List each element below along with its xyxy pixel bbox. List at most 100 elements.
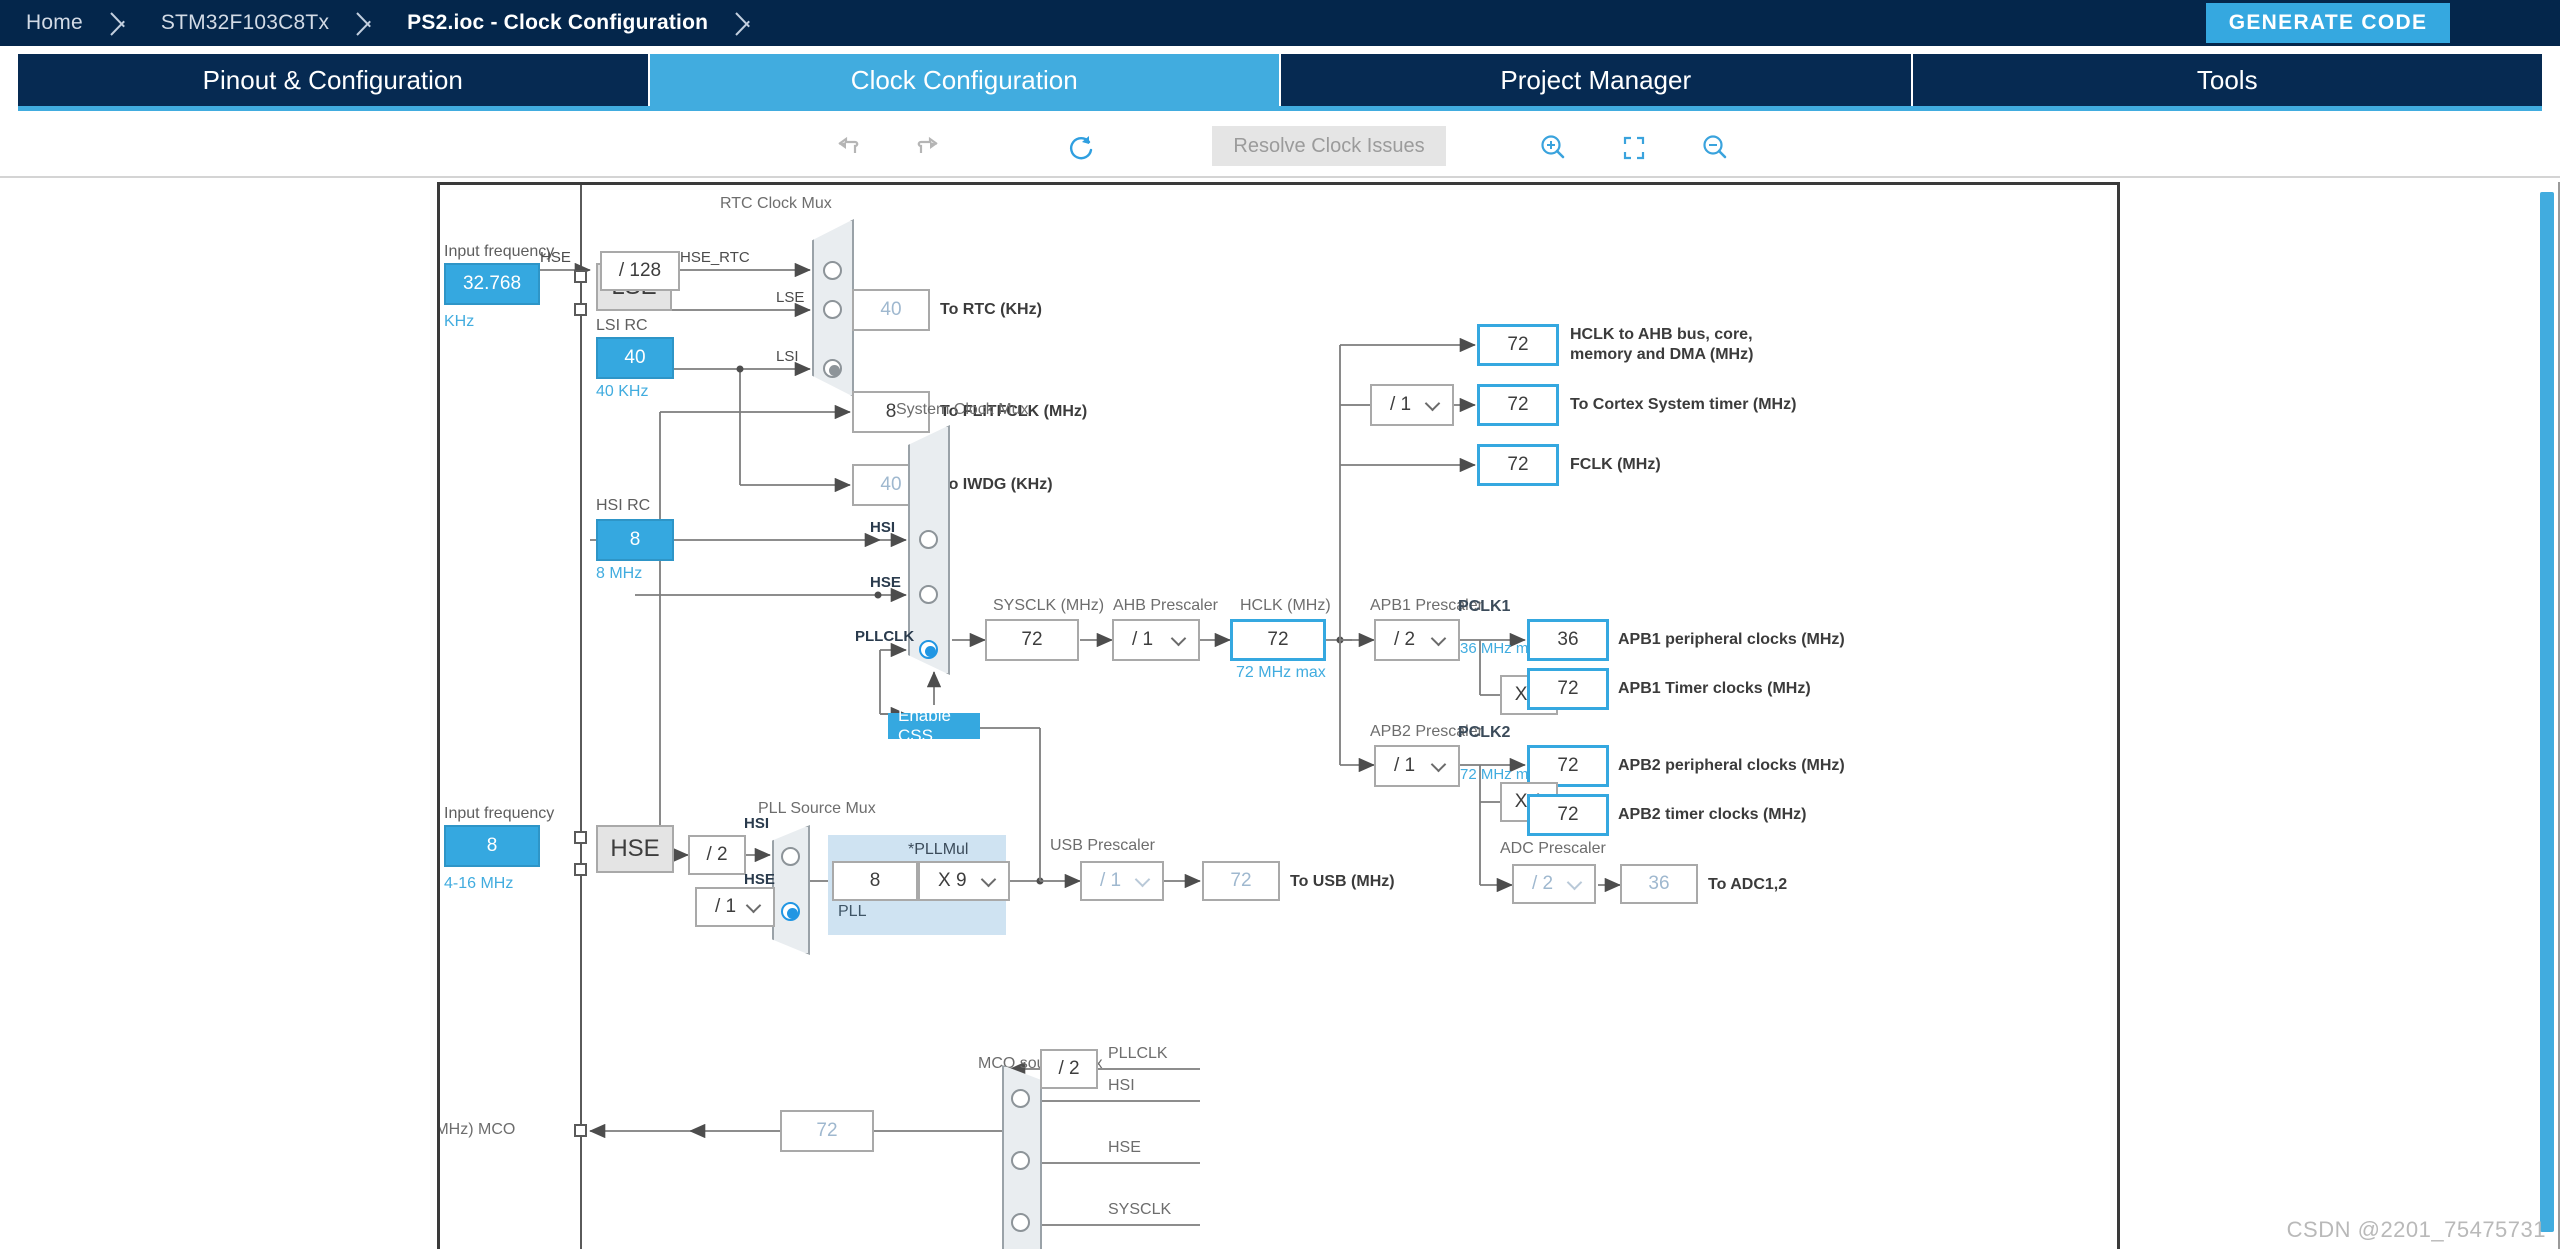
hclk-label: HCLK (MHz) — [1240, 597, 1331, 614]
zoom-out-magnifier-icon[interactable] — [1697, 130, 1733, 166]
pll-mux-input-label-hse: HSE — [744, 871, 775, 888]
usb-prescaler-value: / 1 — [1100, 870, 1122, 891]
tab-clock-configuration[interactable]: Clock Configuration — [649, 54, 1281, 106]
redo-arrow-icon[interactable] — [910, 130, 946, 166]
reset-circular-arrow-icon[interactable] — [1065, 130, 1101, 166]
vertical-scrollbar-thumb[interactable] — [2540, 192, 2554, 1232]
pllmul-select[interactable]: X 9 — [918, 861, 1010, 901]
generate-code-button[interactable]: GENERATE CODE — [2206, 3, 2450, 43]
mco-mux-radio-hsi[interactable] — [1011, 1151, 1030, 1170]
mco-pin — [574, 1124, 587, 1137]
tab-tools[interactable]: Tools — [1912, 54, 2542, 106]
chevron-down-icon — [1430, 756, 1447, 773]
chevron-down-icon — [1430, 630, 1447, 647]
pllmul-label: *PLLMul — [908, 841, 969, 858]
undo-arrow-icon[interactable] — [830, 130, 866, 166]
to-usb-label: To USB (MHz) — [1290, 873, 1395, 890]
mco-input-label-sysclk: SYSCLK — [1108, 1201, 1172, 1218]
mco-input-label-pllclk: PLLCLK — [1108, 1045, 1168, 1062]
chevron-down-icon — [1170, 630, 1187, 647]
apb1-peripheral-label: APB1 peripheral clocks (MHz) — [1618, 631, 1845, 648]
pll-source-mux-title: PLL Source Mux — [758, 800, 876, 817]
chevron-down-icon — [745, 897, 762, 914]
cortex-prescaler-select[interactable]: / 1 — [1370, 384, 1454, 426]
mco-value: 72 — [780, 1110, 874, 1152]
to-adc-label: To ADC1,2 — [1708, 876, 1788, 893]
to-adc-value: 36 — [1620, 864, 1698, 904]
enable-css-button[interactable]: Enable CSS — [888, 706, 980, 745]
mco-mux-radio-hse[interactable] — [1011, 1213, 1030, 1232]
hsi-rc-value: 8 — [596, 519, 674, 561]
hsi-rc-group-label: HSI RC — [596, 497, 651, 514]
usb-prescaler-select[interactable]: / 1 — [1080, 861, 1164, 901]
hse-oscillator-block[interactable]: HSE — [596, 825, 674, 873]
fclk-label: FCLK (MHz) — [1570, 456, 1661, 473]
hclk-max-label: 72 MHz max — [1236, 664, 1326, 681]
chevron-right-icon — [109, 0, 135, 46]
chip-boundary-line — [580, 185, 582, 1249]
mco-mux-radio-pllclk[interactable] — [1011, 1089, 1030, 1108]
hse-pin-in — [574, 831, 587, 844]
chevron-down-icon — [980, 871, 997, 888]
sysclk-mux-radio-hsi[interactable] — [919, 530, 938, 549]
ahb-prescaler-label: AHB Prescaler — [1113, 597, 1218, 614]
cortex-timer-label: To Cortex System timer (MHz) — [1570, 396, 1797, 413]
chevron-right-icon — [355, 0, 381, 46]
rtc-mux-radio-hse-rtc[interactable] — [823, 261, 842, 280]
toolbar-divider — [0, 176, 2560, 178]
adc-prescaler-select[interactable]: / 2 — [1512, 864, 1596, 904]
clock-tree-canvas[interactable]: Input frequency 32.768 KHz LSE LSI RC 40… — [437, 182, 2120, 1249]
hclk-to-ahb-label-line1: HCLK to AHB bus, core, — [1570, 326, 1753, 343]
breadcrumb-item-current[interactable]: PS2.ioc - Clock Configuration — [381, 11, 734, 35]
apb2-prescaler-select[interactable]: / 1 — [1374, 745, 1460, 787]
apb1-prescaler-select[interactable]: / 2 — [1374, 619, 1460, 661]
apb1-timer-value: 72 — [1527, 668, 1609, 710]
breadcrumb-item-home[interactable]: Home — [0, 11, 109, 35]
lse-pin-in — [574, 270, 587, 283]
hsi-rc-range-label: 8 MHz — [596, 565, 643, 582]
mco-pll-div-box: / 2 — [1040, 1049, 1098, 1089]
sysclk-mux-input-label-hse: HSE — [870, 574, 901, 591]
adc-prescaler-value: / 2 — [1532, 873, 1554, 894]
adc-prescaler-label: ADC Prescaler — [1500, 840, 1606, 857]
hse-prescaler-select[interactable]: / 1 — [695, 887, 775, 927]
ahb-prescaler-select[interactable]: / 1 — [1112, 619, 1200, 661]
lse-unit-label: KHz — [444, 313, 475, 330]
tab-selection-underline — [18, 106, 2542, 111]
pll-input-value: 8 — [832, 861, 918, 901]
mco-output-label: (MHz) MCO — [437, 1121, 516, 1138]
hclk-value[interactable]: 72 — [1230, 619, 1326, 661]
fclk-value: 72 — [1477, 444, 1559, 486]
rtc-clock-mux-radios — [812, 219, 854, 397]
rtc-mux-radio-lsi[interactable] — [823, 359, 842, 378]
sysclk-mux-input-label-hsi: HSI — [870, 519, 896, 536]
zoom-in-magnifier-icon[interactable] — [1535, 130, 1571, 166]
mco-input-label-hse: HSE — [1108, 1139, 1141, 1156]
tab-project-manager[interactable]: Project Manager — [1281, 54, 1913, 106]
sysclk-mux-input-label-pllclk: PLLCLK — [855, 628, 915, 645]
rtc-mux-radio-lse[interactable] — [823, 300, 842, 319]
sysclk-mux-radio-pllclk[interactable] — [919, 640, 938, 659]
tab-pinout-configuration[interactable]: Pinout & Configuration — [18, 54, 650, 106]
mco-source-mux-radios — [1002, 1065, 1042, 1249]
pll-block-label: PLL — [838, 903, 867, 920]
sysclk-mux-radio-hse[interactable] — [919, 585, 938, 604]
hse-rtc-divider-box: / 128 — [600, 251, 680, 291]
lse-input-frequency-label: Input frequency — [444, 243, 555, 260]
chevron-down-icon — [1424, 395, 1441, 412]
pll-mux-radio-hsi[interactable] — [781, 847, 800, 866]
lsi-rc-group-label: LSI RC — [596, 317, 648, 334]
hse-input-frequency-value[interactable]: 8 — [444, 825, 540, 867]
breadcrumb: Home STM32F103C8Tx PS2.ioc - Clock Confi… — [0, 0, 2560, 46]
resolve-clock-issues-button[interactable]: Resolve Clock Issues — [1212, 126, 1446, 166]
watermark-text: CSDN @2201_75475731 — [2286, 1217, 2546, 1242]
pll-mux-radio-hse[interactable] — [781, 902, 800, 921]
fit-to-screen-icon[interactable] — [1616, 130, 1652, 166]
lsi-rc-value: 40 — [596, 337, 674, 379]
pclk2-label: PCLK2 — [1458, 724, 1511, 741]
cortex-timer-value: 72 — [1477, 384, 1559, 426]
sysclk-value: 72 — [985, 619, 1079, 661]
lse-input-frequency-value[interactable]: 32.768 — [444, 263, 540, 305]
hse-pin-out — [574, 863, 587, 876]
breadcrumb-item-device[interactable]: STM32F103C8Tx — [135, 11, 355, 35]
